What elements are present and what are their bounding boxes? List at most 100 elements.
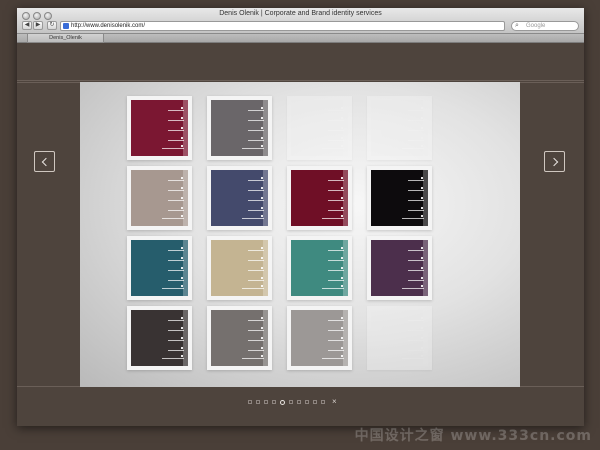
title-bar: Denis Olenik | Corporate and Brand ident… xyxy=(17,8,584,34)
swatch-card[interactable] xyxy=(127,166,192,230)
site-icon xyxy=(63,23,69,29)
swatch-line xyxy=(168,320,184,321)
swatch-line xyxy=(322,288,344,289)
swatch-line xyxy=(242,358,264,359)
swatch-line xyxy=(322,218,344,219)
swatch-card[interactable] xyxy=(287,166,352,230)
swatch-line xyxy=(408,130,424,131)
swatch-line xyxy=(408,320,424,321)
swatch-line xyxy=(248,200,264,201)
browser-window: Denis Olenik | Corporate and Brand ident… xyxy=(17,8,584,426)
swatch-dot xyxy=(181,187,183,189)
swatch-color xyxy=(131,310,188,366)
swatch-dot xyxy=(421,207,423,209)
page-dot[interactable] xyxy=(264,400,268,404)
swatch-line xyxy=(402,148,424,149)
page-dot[interactable] xyxy=(305,400,309,404)
page-dot[interactable] xyxy=(256,400,260,404)
swatch-dot xyxy=(261,337,263,339)
swatch-card[interactable] xyxy=(127,96,192,160)
swatch-card[interactable] xyxy=(127,306,192,370)
reload-button[interactable]: ↻ xyxy=(47,21,57,30)
swatch-card xyxy=(287,96,352,160)
swatch-card[interactable] xyxy=(367,166,432,230)
page-dot[interactable] xyxy=(272,400,276,404)
swatch-line xyxy=(328,330,344,331)
swatch-dot xyxy=(181,137,183,139)
close-icon[interactable]: × xyxy=(332,398,337,406)
swatch-line xyxy=(168,140,184,141)
page-dot[interactable] xyxy=(297,400,301,404)
address-bar[interactable]: http://www.denisolenik.com/ xyxy=(60,21,505,31)
swatch-line xyxy=(328,350,344,351)
page-dot[interactable] xyxy=(248,400,252,404)
swatch-dot xyxy=(341,355,343,357)
swatch-line xyxy=(242,288,264,289)
swatch-line xyxy=(248,270,264,271)
page-dot[interactable] xyxy=(313,400,317,404)
swatch-line xyxy=(162,148,184,149)
swatch-dot xyxy=(181,355,183,357)
swatch-dot xyxy=(261,327,263,329)
page-dot[interactable] xyxy=(280,399,285,405)
swatch-line xyxy=(248,120,264,121)
swatch-card[interactable] xyxy=(207,236,272,300)
swatch-dot xyxy=(261,117,263,119)
swatch-card xyxy=(367,306,432,370)
swatch-line xyxy=(408,340,424,341)
swatch-color xyxy=(211,170,268,226)
swatch-dot xyxy=(261,145,263,147)
chevron-left-icon[interactable] xyxy=(34,151,55,172)
swatch-dot xyxy=(181,267,183,269)
swatch-line xyxy=(248,110,264,111)
page-dot[interactable] xyxy=(289,400,293,404)
swatch-dot xyxy=(421,215,423,217)
chevron-right-icon[interactable] xyxy=(544,151,565,172)
swatch-dot xyxy=(341,145,343,147)
forward-button[interactable]: ▶ xyxy=(33,21,43,30)
swatch-line xyxy=(168,190,184,191)
swatch-line xyxy=(328,250,344,251)
swatch-dot xyxy=(181,215,183,217)
swatch-card[interactable] xyxy=(207,96,272,160)
swatch-dot xyxy=(261,137,263,139)
swatch-line xyxy=(168,330,184,331)
swatch-line xyxy=(402,218,424,219)
swatch-color xyxy=(371,310,428,366)
swatch-line xyxy=(328,270,344,271)
swatch-line xyxy=(248,190,264,191)
swatch-dot xyxy=(181,117,183,119)
swatch-card[interactable] xyxy=(287,306,352,370)
search-icon: ⌕ xyxy=(515,22,519,29)
swatch-card[interactable] xyxy=(367,236,432,300)
swatch-dot xyxy=(341,277,343,279)
swatch-dot xyxy=(181,247,183,249)
swatch-line xyxy=(408,180,424,181)
swatch-card[interactable] xyxy=(207,166,272,230)
search-input[interactable]: ⌕ Google xyxy=(511,21,579,31)
swatch-line xyxy=(408,270,424,271)
back-button[interactable]: ◀ xyxy=(22,21,32,30)
swatch-dot xyxy=(421,355,423,357)
swatch-line xyxy=(242,218,264,219)
swatch-dot xyxy=(261,355,263,357)
swatch-line xyxy=(408,190,424,191)
swatch-line xyxy=(248,340,264,341)
swatch-line xyxy=(408,210,424,211)
swatch-card[interactable] xyxy=(207,306,272,370)
swatch-dot xyxy=(341,247,343,249)
swatch-dot xyxy=(181,337,183,339)
page-dot[interactable] xyxy=(321,400,325,404)
swatch-line xyxy=(162,288,184,289)
swatch-card[interactable] xyxy=(287,236,352,300)
swatch-color xyxy=(211,100,268,156)
swatch-card[interactable] xyxy=(127,236,192,300)
tab-denis-olenik[interactable]: Denis_Olenik xyxy=(27,34,104,43)
swatch-dot xyxy=(261,187,263,189)
swatch-color xyxy=(211,310,268,366)
swatch-line xyxy=(328,120,344,121)
swatch-line xyxy=(322,358,344,359)
swatch-line xyxy=(248,350,264,351)
tab-bar: Denis_Olenik xyxy=(17,34,584,43)
url-text: http://www.denisolenik.com/ xyxy=(71,23,146,29)
